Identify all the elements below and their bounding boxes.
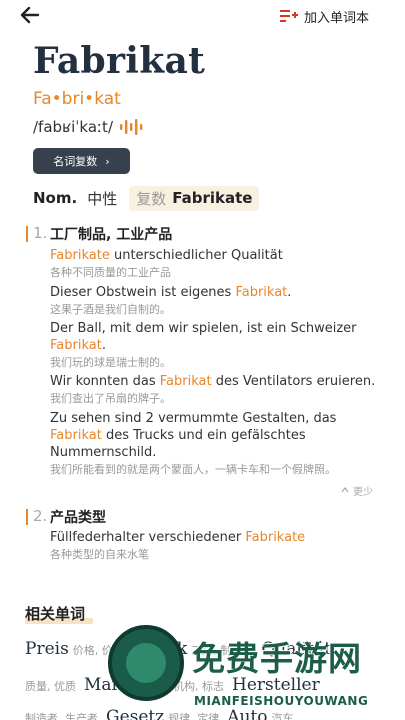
highlight-word: Fabrikate <box>245 530 306 545</box>
sense-title: 工厂制品, 工业产品 <box>50 227 173 243</box>
ipa-text: /fabʁiˈkaːt/ <box>33 118 113 136</box>
plural-chip: 复数 Fabrikate <box>129 185 260 211</box>
example-translation: 我们所能看到的就是两个蒙面人，一辆卡车和一个假牌照。 <box>50 463 336 476</box>
example-translation: 我们查出了吊扇的牌子。 <box>50 392 171 405</box>
highlight-word: Fabrikat <box>235 285 288 300</box>
example-translation: 我们玩的球是瑞士制的。 <box>50 356 171 369</box>
add-list-icon <box>279 8 298 24</box>
sense-number: 1. <box>33 224 48 242</box>
grammar-row: Nom. 中性 复数 Fabrikate <box>33 185 260 211</box>
watermark-text: 免费手游网 <box>192 639 362 678</box>
example-translation: 各种类型的自来水笔 <box>50 548 149 561</box>
show-less-label: 更少 <box>353 487 373 498</box>
example: Zu sehen sind 2 vermummte Gestalten, das… <box>50 410 380 477</box>
example-german: Zu sehen sind 2 vermummte Gestalten, das… <box>50 411 337 460</box>
part-of-speech: Nom. <box>33 189 78 207</box>
example-german: Fabrikate unterschiedlicher Qualität <box>50 248 283 263</box>
example: Fabrikate unterschiedlicher Qualität 各种不… <box>50 247 380 280</box>
pronunciation-row: /fabʁiˈkaːt/ <box>33 117 143 137</box>
top-bar: 加入单词本 <box>0 0 405 30</box>
example-translation: 这果子酒是我们自制的。 <box>50 303 171 316</box>
headword: Fabrikat <box>33 40 206 82</box>
syllabification: Fa•bri•kat <box>33 89 121 109</box>
plural-form: Fabrikate <box>172 189 253 207</box>
plural-label: 复数 <box>136 189 167 208</box>
related-meaning: 质量, 优质 <box>25 680 76 693</box>
gender: 中性 <box>87 189 118 208</box>
chevron-right-icon: › <box>105 154 110 168</box>
highlight-word: Fabrikat <box>159 374 212 389</box>
example: Füllfederhalter verschiedener Fabrikate … <box>50 529 380 562</box>
sense-number: 2. <box>33 507 48 525</box>
plural-button[interactable]: 名词复数 › <box>33 148 130 174</box>
example: Dieser Obstwein ist eigenes Fabrikat. 这果… <box>50 284 380 317</box>
sense-marker <box>26 226 28 242</box>
example-german: Wir konnten das Fabrikat des Ventilators… <box>50 374 376 389</box>
watermark: 免费手游网 MIANFEISHOUYOUWANG <box>108 622 400 720</box>
highlight-word: Fabrikat <box>50 338 102 353</box>
add-to-wordbook-button[interactable]: 加入单词本 <box>279 6 369 26</box>
example-german: Dieser Obstwein ist eigenes Fabrikat. <box>50 285 292 300</box>
related-meaning: 制造者, 生产者 <box>25 712 98 720</box>
back-arrow-icon[interactable] <box>18 4 42 26</box>
add-to-wordbook-label: 加入单词本 <box>303 10 369 26</box>
related-words-title: 相关单词 <box>25 605 86 623</box>
example-translation: 各种不同质量的工业产品 <box>50 266 171 279</box>
example-german: Füllfederhalter verschiedener Fabrikate <box>50 530 306 545</box>
watermark-subtext: MIANFEISHOUYOUWANG <box>194 694 369 708</box>
chevron-up-icon <box>341 485 349 496</box>
example-german: Der Ball, mit dem wir spielen, ist ein S… <box>50 321 357 353</box>
related-word[interactable]: Preis <box>25 639 69 659</box>
watermark-logo-icon <box>108 625 184 701</box>
plural-button-label: 名词复数 <box>53 155 98 168</box>
sense-marker <box>26 509 28 525</box>
show-less-button[interactable]: 更少 <box>341 483 373 498</box>
example: Der Ball, mit dem wir spielen, ist ein S… <box>50 320 380 370</box>
sense-title: 产品类型 <box>50 510 106 526</box>
audio-play-icon[interactable] <box>119 118 143 136</box>
highlight-word: Fabrikat <box>50 428 102 443</box>
highlight-word: Fabrikate <box>50 248 110 263</box>
example: Wir konnten das Fabrikat des Ventilators… <box>50 373 380 406</box>
